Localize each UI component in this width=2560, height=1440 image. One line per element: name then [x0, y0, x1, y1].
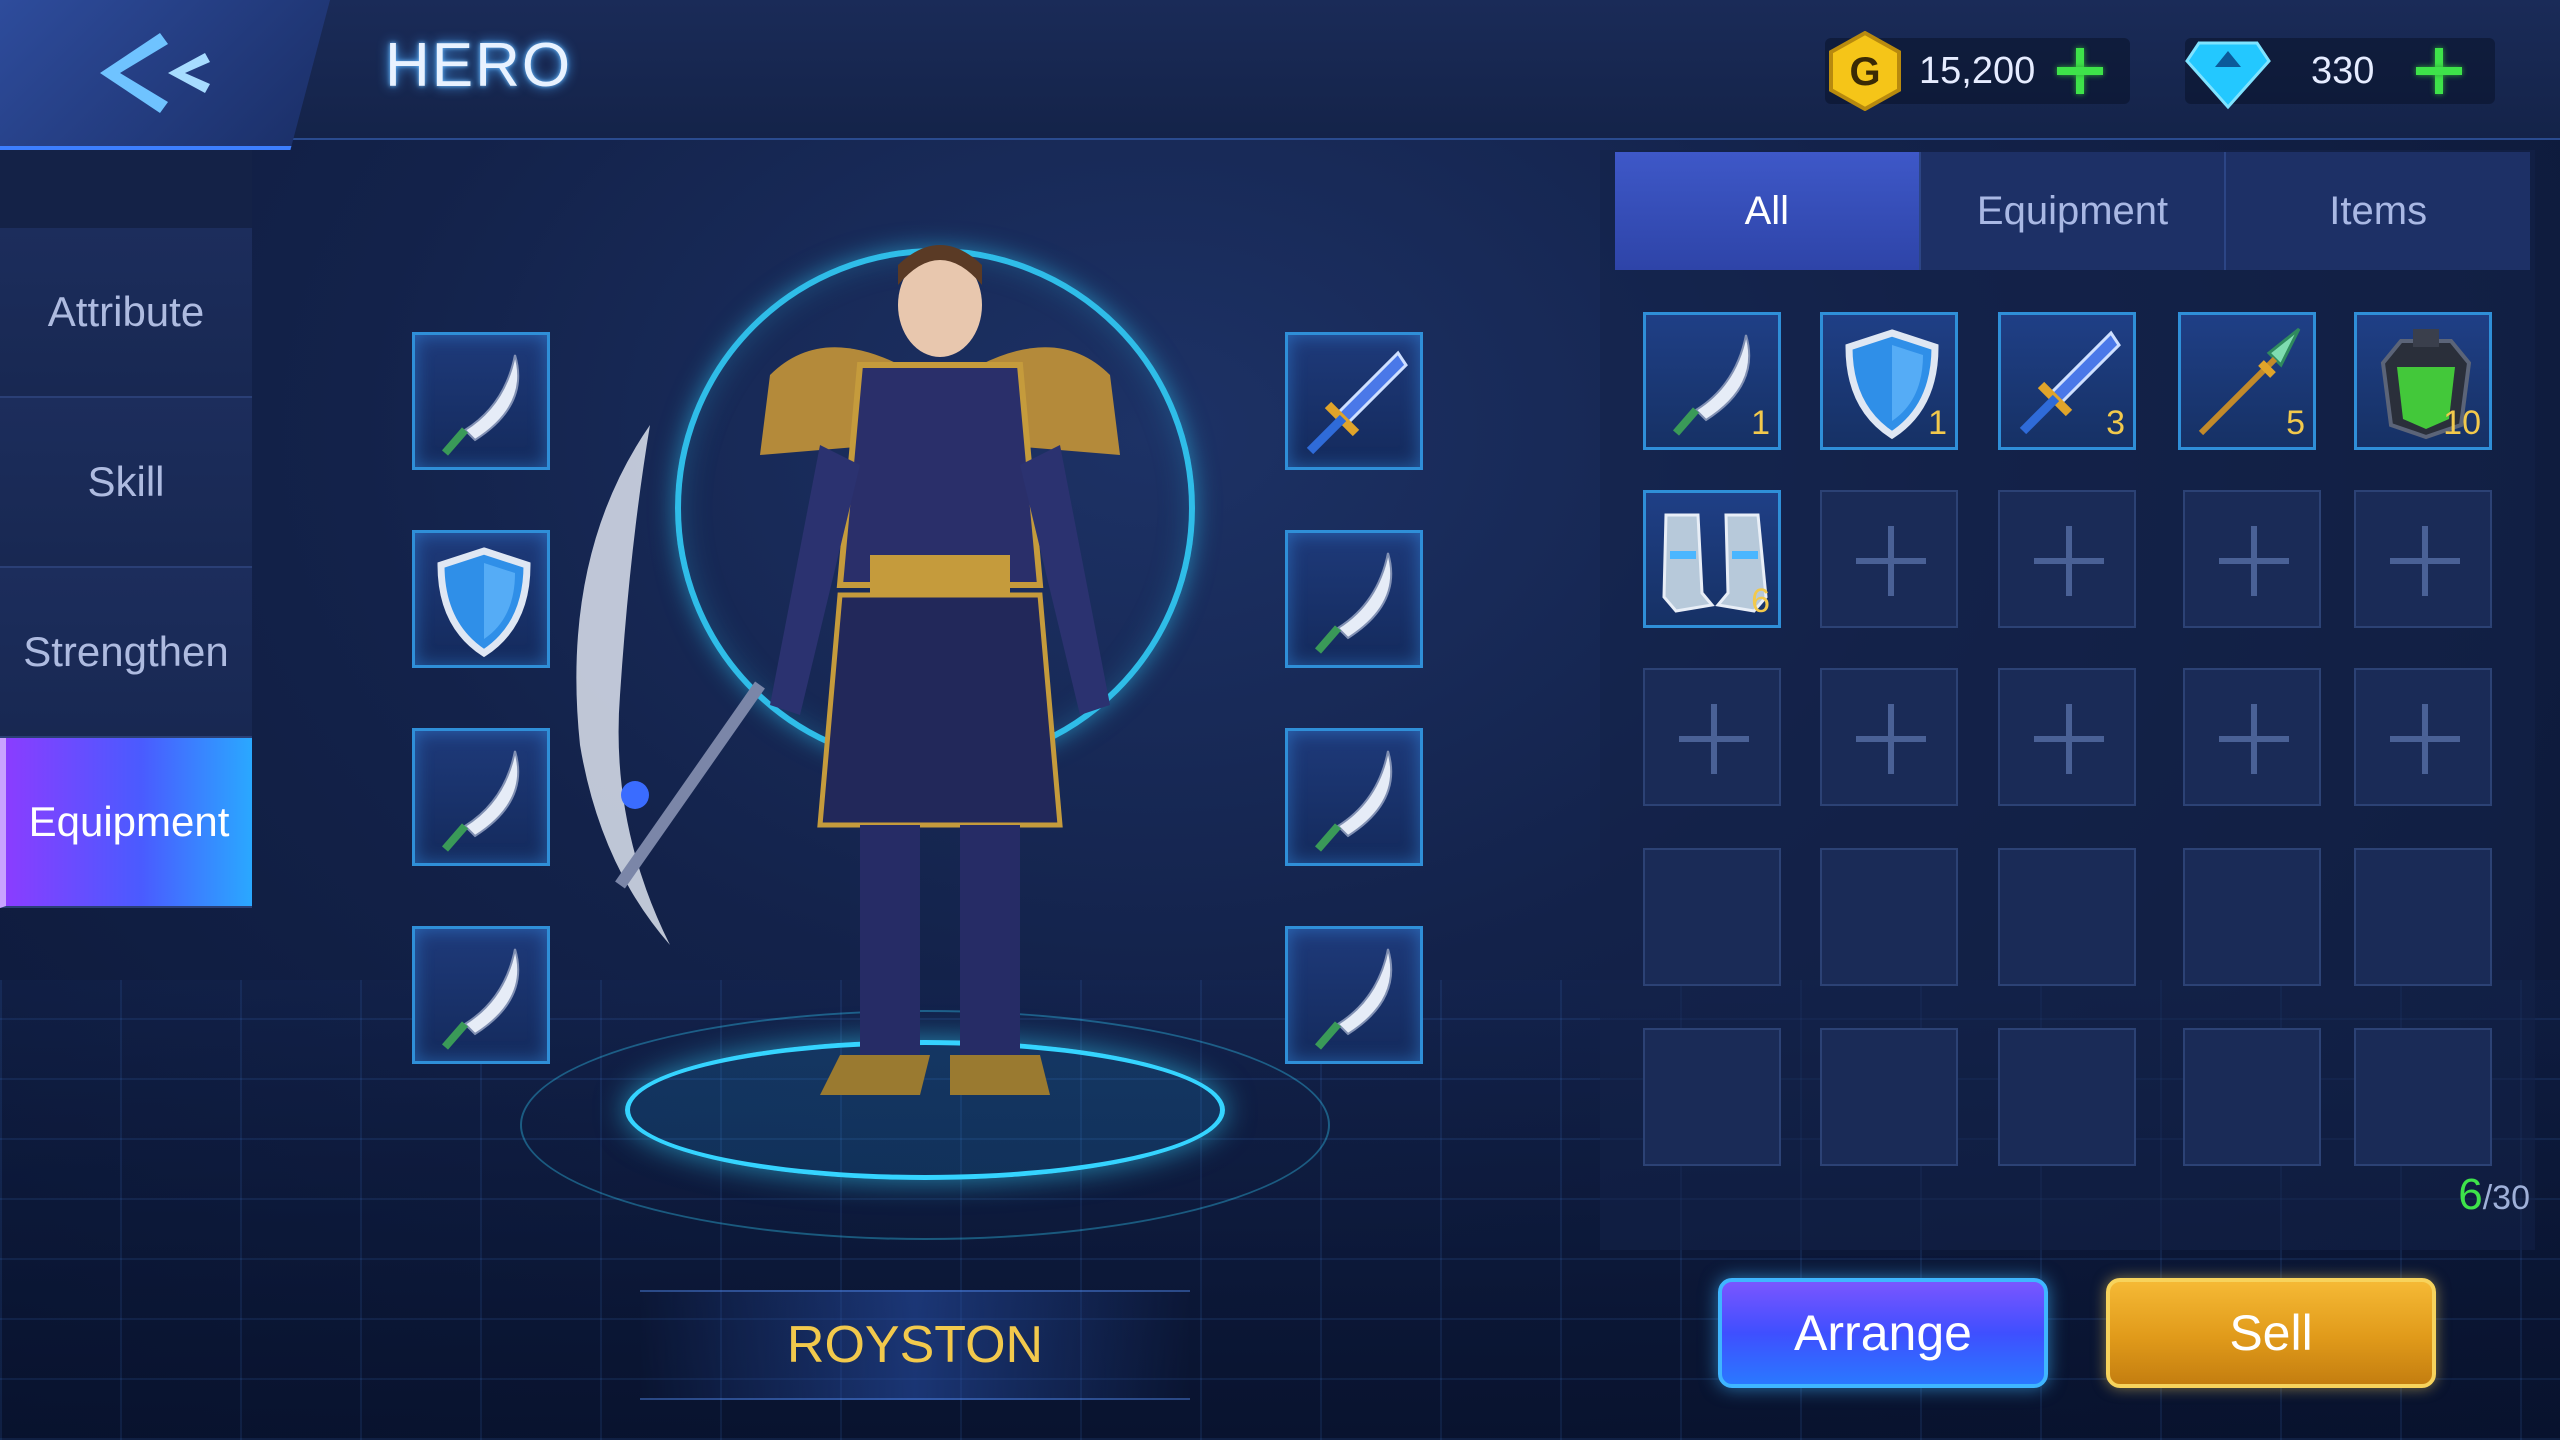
item-quantity: 3 [2106, 404, 2125, 442]
locked-slot [2183, 1028, 2321, 1166]
item-quantity: 1 [1928, 404, 1947, 442]
item-quantity: 5 [2286, 404, 2305, 442]
equip-slot-right-4[interactable] [1285, 926, 1423, 1064]
dagger-icon [1314, 552, 1393, 654]
dagger-icon [1314, 948, 1393, 1050]
shield-icon [437, 547, 531, 658]
dagger-icon [441, 750, 520, 852]
equip-slot-left-4[interactable] [412, 926, 550, 1064]
sidebar-item-skill[interactable]: Skill [0, 398, 252, 568]
tab-all[interactable]: All [1615, 152, 1921, 270]
hero-character [576, 245, 1120, 1095]
diamond-icon [2185, 41, 2271, 110]
equip-slot-left-2[interactable] [412, 530, 550, 668]
add-diamond-button[interactable] [2414, 46, 2464, 96]
item-quantity: 6 [1751, 582, 1770, 620]
inventory-capacity: 6/30 [2400, 1170, 2530, 1220]
dagger-icon [1314, 750, 1393, 852]
equip-slot-left-1[interactable] [412, 332, 550, 470]
diamond-counter: 330 [2185, 38, 2495, 110]
locked-slot [1820, 1028, 1958, 1166]
capacity-max: 30 [2492, 1179, 2530, 1217]
back-arrow-icon [100, 33, 210, 113]
capacity-separator: / [2482, 1179, 2493, 1217]
empty-slot-add[interactable] [1998, 490, 2136, 628]
locked-slot [2354, 1028, 2492, 1166]
arrange-button[interactable]: Arrange [1718, 1278, 2048, 1388]
inventory-slot[interactable]: 10 [2354, 312, 2492, 450]
top-bar [0, 0, 2560, 140]
inventory-slot[interactable]: 1 [1820, 312, 1958, 450]
tab-equipment[interactable]: Equipment [1921, 152, 2227, 270]
sidebar: Attribute Skill Strengthen Equipment [0, 228, 252, 908]
gold-coin-icon: G [1829, 31, 1901, 111]
svg-text:G: G [1849, 50, 1880, 94]
diamond-value: 330 [2311, 49, 2375, 92]
inventory-slot[interactable]: 6 [1643, 490, 1781, 628]
capacity-current: 6 [2458, 1170, 2483, 1219]
add-gold-button[interactable] [2055, 46, 2105, 96]
locked-slot [1820, 848, 1958, 986]
empty-slot-add[interactable] [1820, 668, 1958, 806]
item-quantity: 10 [2443, 404, 2481, 442]
sidebar-header-strip [0, 150, 252, 228]
inventory-slot[interactable]: 1 [1643, 312, 1781, 450]
empty-slot-add[interactable] [2183, 668, 2321, 806]
inventory-slot[interactable]: 3 [1998, 312, 2136, 450]
equip-slot-left-3[interactable] [412, 728, 550, 866]
locked-slot [1998, 1028, 2136, 1166]
page-title: HERO [385, 31, 573, 100]
sidebar-item-strengthen[interactable]: Strengthen [0, 568, 252, 738]
sidebar-item-equipment[interactable]: Equipment [0, 738, 252, 908]
locked-slot [2183, 848, 2321, 986]
inventory-slot[interactable]: 5 [2178, 312, 2316, 450]
empty-slot-add[interactable] [2354, 668, 2492, 806]
gold-counter: G 15,200 [1825, 31, 2130, 111]
hero-name: ROYSTON [640, 1290, 1190, 1400]
empty-slot-add[interactable] [2354, 490, 2492, 628]
empty-slot-add[interactable] [1998, 668, 2136, 806]
empty-slot-add[interactable] [2183, 490, 2321, 628]
equip-slot-right-3[interactable] [1285, 728, 1423, 866]
locked-slot [1998, 848, 2136, 986]
locked-slot [1643, 1028, 1781, 1166]
locked-slot [2354, 848, 2492, 986]
gold-value: 15,200 [1919, 49, 2036, 92]
inventory-tabs: All Equipment Items [1615, 152, 2530, 270]
sell-button[interactable]: Sell [2106, 1278, 2436, 1388]
back-button[interactable] [0, 0, 330, 150]
tab-items[interactable]: Items [2226, 152, 2530, 270]
empty-slot-add[interactable] [1643, 668, 1781, 806]
sidebar-item-attribute[interactable]: Attribute [0, 228, 252, 398]
dagger-icon [441, 354, 520, 456]
equip-slot-right-2[interactable] [1285, 530, 1423, 668]
item-quantity: 1 [1751, 404, 1770, 442]
equip-slot-right-1[interactable] [1285, 332, 1423, 470]
locked-slot [1643, 848, 1781, 986]
sword-icon [1306, 350, 1408, 455]
dagger-icon [441, 948, 520, 1050]
empty-slot-add[interactable] [1820, 490, 1958, 628]
